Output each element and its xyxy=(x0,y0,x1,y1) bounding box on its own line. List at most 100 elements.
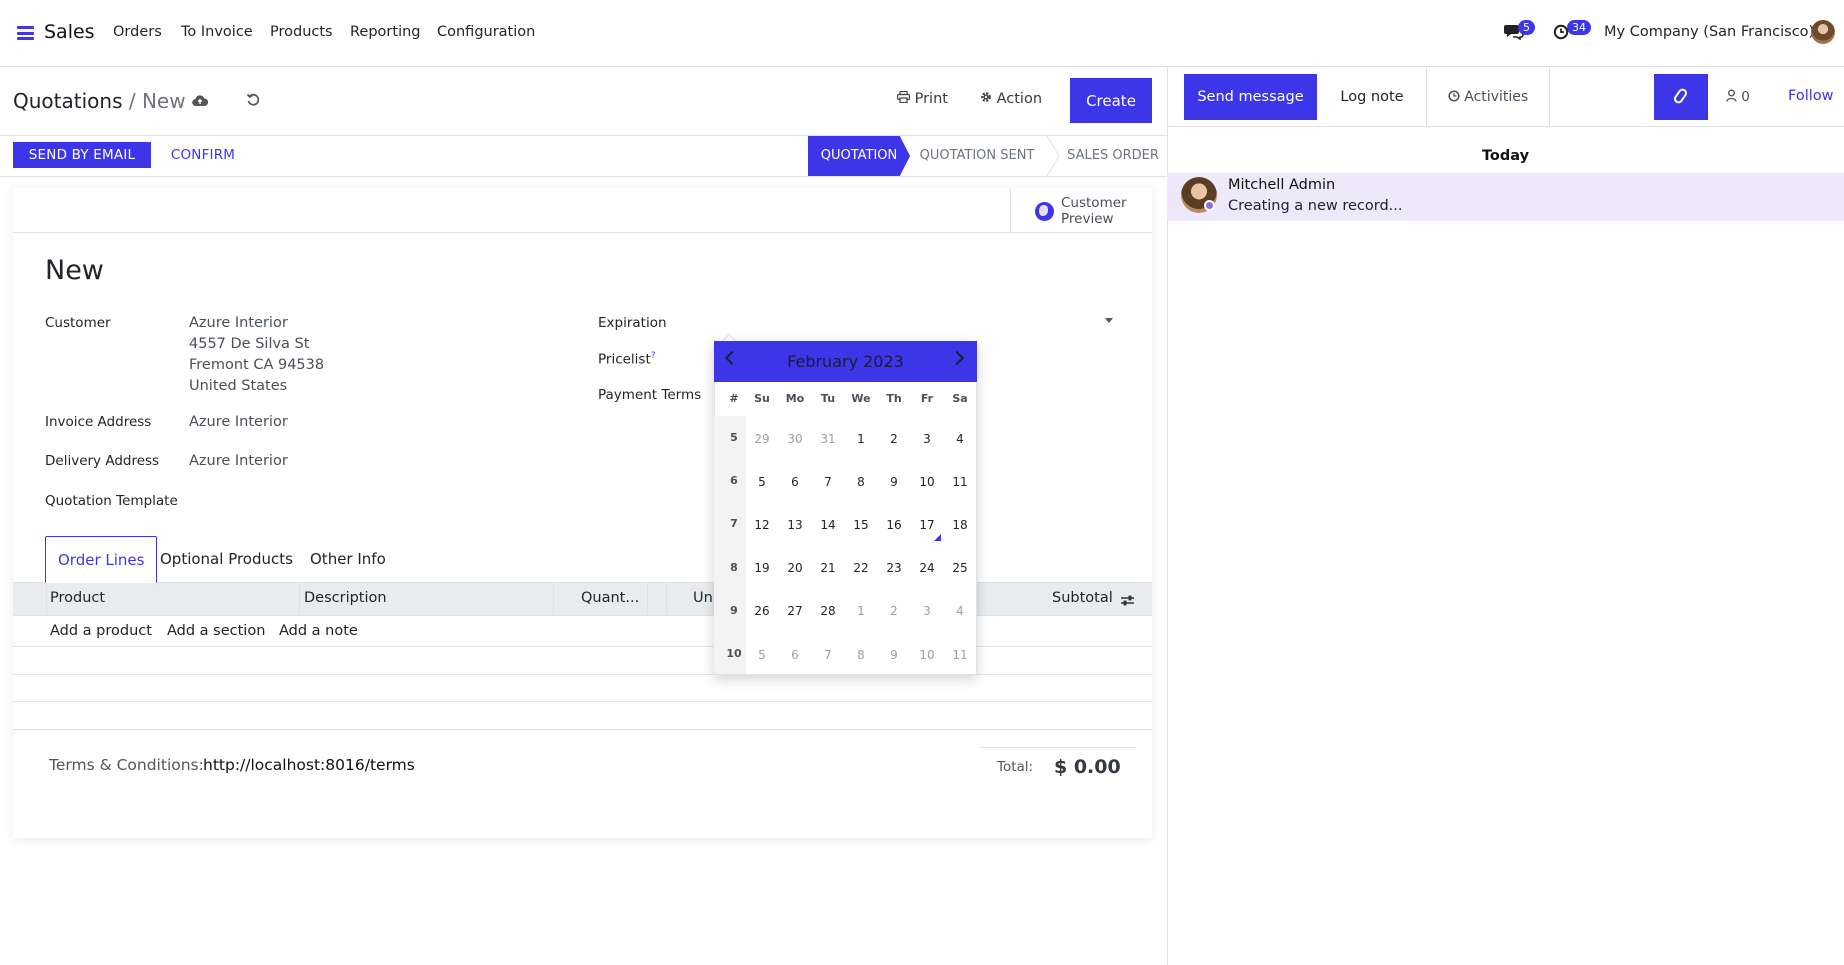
user-avatar[interactable] xyxy=(1811,20,1835,44)
datepicker-day[interactable]: 1 xyxy=(845,432,877,446)
datepicker-day[interactable]: 9 xyxy=(878,648,910,662)
datepicker-day[interactable]: 24 xyxy=(911,561,943,575)
add-product-link[interactable]: Add a product xyxy=(50,623,152,639)
tab-optional-products[interactable]: Optional Products xyxy=(148,536,305,583)
datepicker-day[interactable]: 25 xyxy=(944,561,976,575)
column-subtotal[interactable]: Subtotal xyxy=(1052,590,1113,606)
datepicker-day[interactable]: 16 xyxy=(878,518,910,532)
datepicker-day[interactable]: 9 xyxy=(878,475,910,489)
datepicker-day[interactable]: 15 xyxy=(845,518,877,532)
pricelist-help-tooltip[interactable]: ? xyxy=(651,351,656,361)
datepicker-day[interactable]: 10 xyxy=(911,475,943,489)
app-name[interactable]: Sales xyxy=(44,21,95,43)
customer-street: 4557 De Silva St xyxy=(189,336,310,352)
stage-sales-order[interactable]: SALES ORDER xyxy=(1060,136,1166,176)
expiration-dropdown-caret[interactable] xyxy=(1105,318,1113,323)
tab-other-info[interactable]: Other Info xyxy=(298,536,398,583)
datepicker-day[interactable]: 11 xyxy=(944,475,976,489)
datepicker-day[interactable]: 4 xyxy=(944,604,976,618)
datepicker-day[interactable]: 29 xyxy=(746,432,778,446)
datepicker-day[interactable]: 12 xyxy=(746,518,778,532)
datepicker-day[interactable]: 11 xyxy=(944,648,976,662)
customer-preview-button[interactable]: Customer Preview xyxy=(1010,188,1152,233)
datepicker-day[interactable]: 5 xyxy=(746,648,778,662)
log-note-button[interactable]: Log note xyxy=(1318,74,1426,120)
paperclip-icon xyxy=(1672,86,1689,106)
column-separator xyxy=(553,583,554,616)
datepicker-day[interactable]: 19 xyxy=(746,561,778,575)
attach-files-button[interactable] xyxy=(1654,74,1708,120)
tab-order-lines[interactable]: Order Lines xyxy=(45,536,158,583)
print-button[interactable]: Print xyxy=(897,90,948,107)
quotation-template-field[interactable] xyxy=(189,488,549,514)
datepicker-day[interactable]: 18 xyxy=(944,518,976,532)
datepicker-day[interactable]: 3 xyxy=(911,604,943,618)
menu-reporting[interactable]: Reporting xyxy=(350,24,421,40)
add-section-link[interactable]: Add a section xyxy=(167,623,265,639)
datepicker-day[interactable]: 30 xyxy=(779,432,811,446)
followers-button[interactable]: 0 xyxy=(1726,89,1750,105)
datepicker-day[interactable]: 27 xyxy=(779,604,811,618)
datepicker-day[interactable]: 8 xyxy=(845,648,877,662)
menu-products[interactable]: Products xyxy=(270,24,333,40)
follow-button[interactable]: Follow xyxy=(1788,88,1833,104)
expiration-field[interactable] xyxy=(712,310,1116,336)
datepicker-day[interactable]: 6 xyxy=(779,648,811,662)
invoice-address-field[interactable]: Azure Interior xyxy=(189,412,288,433)
datepicker-day[interactable]: 26 xyxy=(746,604,778,618)
send-message-button[interactable]: Send message xyxy=(1184,74,1317,120)
datepicker-day[interactable]: 3 xyxy=(911,432,943,446)
column-product[interactable]: Product xyxy=(50,590,105,606)
datepicker-day[interactable]: 28 xyxy=(812,604,844,618)
datepicker-day[interactable]: 2 xyxy=(878,604,910,618)
datepicker-day[interactable]: 10 xyxy=(911,648,943,662)
datepicker-day[interactable]: 14 xyxy=(812,518,844,532)
create-button[interactable]: Create xyxy=(1070,78,1152,123)
datepicker-day[interactable]: 6 xyxy=(779,475,811,489)
column-unit[interactable]: Un xyxy=(693,590,713,606)
optional-columns-toggle[interactable] xyxy=(1120,593,1135,611)
datepicker-day[interactable]: 1 xyxy=(845,604,877,618)
customer-field[interactable]: Azure Interior 4557 De Silva St Fremont … xyxy=(189,313,324,397)
datepicker-day[interactable]: 7 xyxy=(812,475,844,489)
datepicker-day[interactable]: 31 xyxy=(812,432,844,446)
chatter-divider xyxy=(1167,126,1844,127)
terms-value[interactable]: http://localhost:8016/terms xyxy=(203,756,415,774)
column-quantity[interactable]: Quant... xyxy=(581,590,639,606)
action-button[interactable]: Action xyxy=(980,91,1042,107)
breadcrumb-quotations[interactable]: Quotations xyxy=(13,89,122,113)
customer-label: Customer xyxy=(45,315,111,331)
datepicker-month-title[interactable]: February 2023 xyxy=(714,341,977,382)
datepicker-day[interactable]: 21 xyxy=(812,561,844,575)
column-description[interactable]: Description xyxy=(304,590,387,606)
message-author[interactable]: Mitchell Admin xyxy=(1228,177,1335,193)
datepicker-day[interactable]: 22 xyxy=(845,561,877,575)
datepicker-day[interactable]: 13 xyxy=(779,518,811,532)
app-menu-icon[interactable] xyxy=(17,26,34,40)
company-switcher[interactable]: My Company (San Francisco) xyxy=(1604,24,1814,40)
datepicker-day[interactable]: 4 xyxy=(944,432,976,446)
menu-orders[interactable]: Orders xyxy=(113,24,162,40)
save-button[interactable] xyxy=(192,93,209,111)
menu-configuration[interactable]: Configuration xyxy=(437,24,535,40)
stage-quotation-sent[interactable]: QUOTATION SENT xyxy=(912,136,1042,176)
menu-to-invoice[interactable]: To Invoice xyxy=(181,24,253,40)
activities-button[interactable]: Activities xyxy=(1426,67,1550,127)
add-note-link[interactable]: Add a note xyxy=(279,623,358,639)
datepicker-dow-mo: Mo xyxy=(785,392,805,405)
datepicker-day[interactable]: 8 xyxy=(845,475,877,489)
quotation-template-label: Quotation Template xyxy=(45,493,178,509)
discard-button[interactable] xyxy=(246,92,261,111)
datepicker-day[interactable]: 7 xyxy=(812,648,844,662)
send-by-email-button[interactable]: SEND BY EMAIL xyxy=(13,142,151,168)
undo-icon xyxy=(246,93,260,106)
datepicker-day[interactable]: 17 xyxy=(911,518,943,532)
datepicker-day[interactable]: 20 xyxy=(779,561,811,575)
confirm-button[interactable]: CONFIRM xyxy=(158,142,248,168)
datepicker-day[interactable]: 5 xyxy=(746,475,778,489)
delivery-address-field[interactable]: Azure Interior xyxy=(189,451,288,472)
stage-quotation[interactable]: QUOTATION xyxy=(808,136,910,176)
customer-preview-label: Customer Preview xyxy=(1061,195,1127,227)
datepicker-day[interactable]: 23 xyxy=(878,561,910,575)
datepicker-day[interactable]: 2 xyxy=(878,432,910,446)
